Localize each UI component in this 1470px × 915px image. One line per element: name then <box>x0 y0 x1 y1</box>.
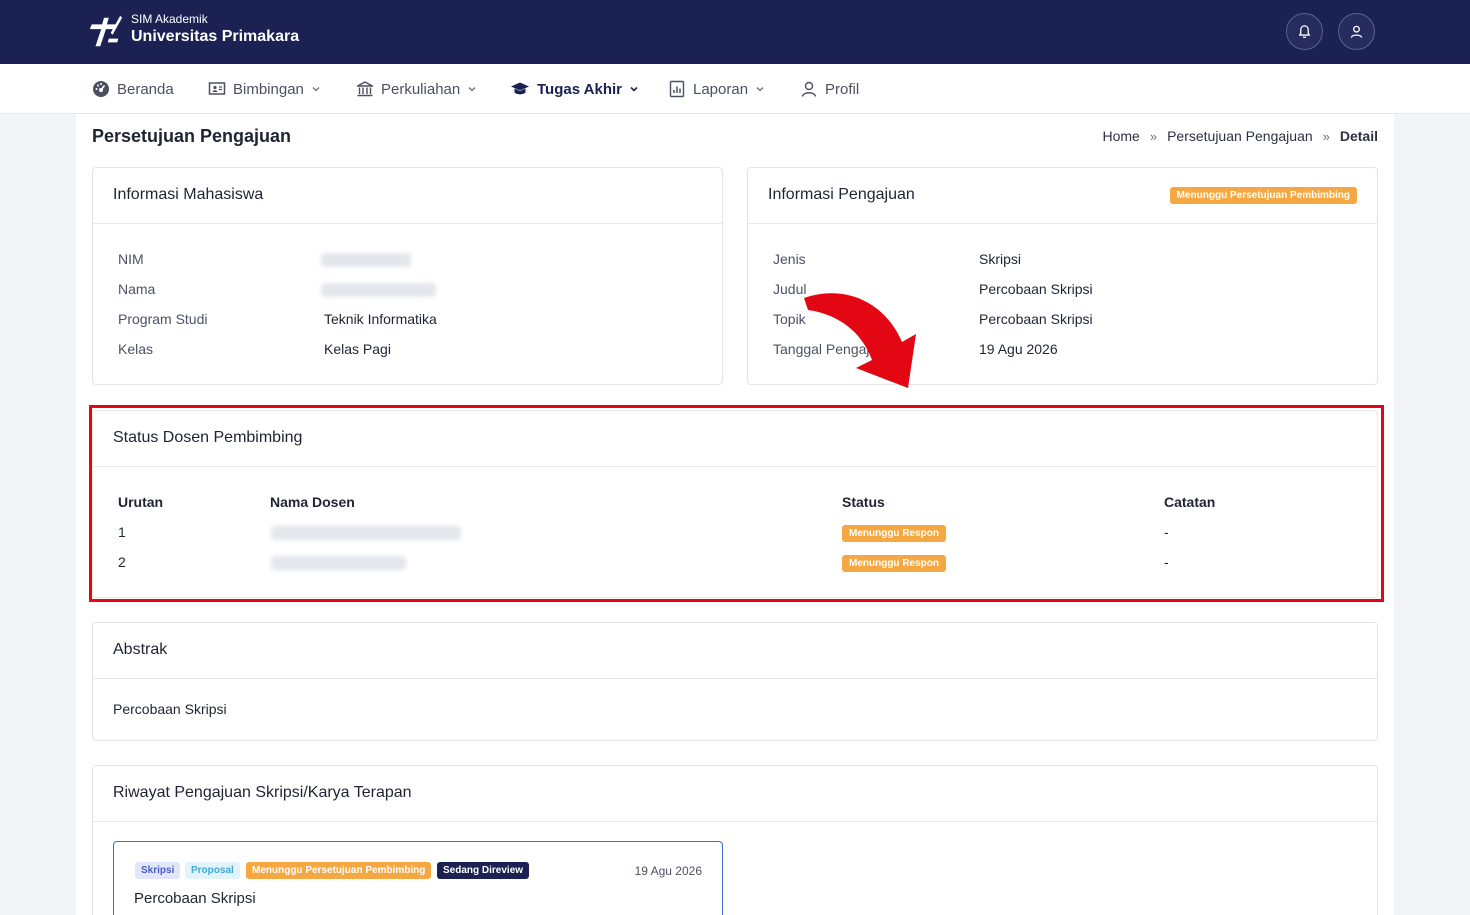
abstract-text: Percobaan Skripsi <box>113 701 227 717</box>
nav-item-laporan[interactable]: Laporan <box>668 64 765 114</box>
card-header: Riwayat Pengajuan Skripsi/Karya Terapan <box>93 766 1377 822</box>
nav-label: Perkuliahan <box>381 80 461 98</box>
report-icon <box>669 80 685 98</box>
page-title: Persetujuan Pengajuan <box>92 126 292 146</box>
nav-label: Profil <box>825 80 860 98</box>
card-title: Informasi Pengajuan <box>768 186 915 203</box>
program-studi-label: Program Studi <box>118 311 208 327</box>
bell-icon <box>1298 25 1311 39</box>
dashboard-icon <box>93 81 109 97</box>
graduation-cap-icon <box>511 82 529 95</box>
nav-label: Bimbingan <box>233 80 304 98</box>
breadcrumb-separator-icon: » <box>1322 128 1330 144</box>
kelas-value: Kelas Pagi <box>324 341 391 357</box>
chevron-down-icon <box>756 87 764 92</box>
nav-item-perkuliahan[interactable]: Perkuliahan <box>356 64 477 114</box>
program-studi-value: Teknik Informatika <box>324 311 437 327</box>
card-title: Riwayat Pengajuan Skripsi/Karya Terapan <box>113 784 412 801</box>
chevron-down-icon <box>312 87 320 92</box>
nav-label: Laporan <box>693 80 749 98</box>
judul-value: Percobaan Skripsi <box>979 281 1093 297</box>
annotation-arrow-icon <box>804 293 916 388</box>
review-tag: Sedang Direview <box>437 862 530 879</box>
nama-value-redacted <box>321 283 436 297</box>
card-header: Abstrak <box>93 623 1377 679</box>
main-navigation: Beranda Bimbingan Perkuliahan Tugas Akhi… <box>0 64 1470 114</box>
breadcrumb-home[interactable]: Home <box>1102 128 1139 144</box>
building-icon <box>356 81 374 97</box>
tanggal-value: 19 Agu 2026 <box>979 341 1058 357</box>
jenis-value: Skripsi <box>979 251 1022 267</box>
breadcrumb: Home » Persetujuan Pengajuan » Detail <box>1102 128 1378 144</box>
card-title: Abstrak <box>113 641 168 658</box>
board-icon <box>208 82 226 95</box>
nav-item-bimbingan[interactable]: Bimbingan <box>208 64 321 114</box>
kelas-label: Kelas <box>118 341 154 357</box>
person-icon <box>801 81 817 97</box>
history-date: 19 Agu 2026 <box>634 864 702 878</box>
nama-label: Nama <box>118 281 156 297</box>
breadcrumb-persetujuan[interactable]: Persetujuan Pengajuan <box>1167 128 1313 144</box>
nav-item-profil[interactable]: Profil <box>800 64 859 114</box>
student-info-card: Informasi Mahasiswa NIM Nama Program Stu… <box>92 167 723 385</box>
type-tag: Skripsi <box>135 862 181 879</box>
card-header: Informasi Mahasiswa <box>93 168 722 224</box>
nav-label: Beranda <box>117 80 174 98</box>
brand-title: Universitas Primakara <box>131 28 300 45</box>
topik-value: Percobaan Skripsi <box>979 311 1093 327</box>
jenis-label: Jenis <box>773 251 806 267</box>
nav-item-tugas-akhir[interactable]: Tugas Akhir <box>510 64 639 114</box>
history-title: Percobaan Skripsi <box>134 890 256 907</box>
notification-button[interactable] <box>1286 13 1323 50</box>
status-tag: Menunggu Persetujuan Pembimbing <box>246 862 432 879</box>
account-button[interactable] <box>1338 13 1375 50</box>
nim-label: NIM <box>118 251 144 267</box>
brand-subtitle: SIM Akademik <box>131 12 208 26</box>
university-logo-icon[interactable] <box>86 12 124 50</box>
history-item[interactable]: Skripsi Proposal Menunggu Persetujuan Pe… <box>113 841 723 915</box>
top-header-bar: SIM Akademik Universitas Primakara <box>0 0 1470 64</box>
chevron-down-icon <box>468 87 476 92</box>
submission-status-badge: Menunggu Persetujuan Pembimbing <box>1169 187 1357 204</box>
stage-tag: Proposal <box>185 862 240 879</box>
abstract-card: Abstrak Percobaan Skripsi <box>92 622 1378 741</box>
chevron-down-icon <box>630 86 638 92</box>
highlight-frame <box>89 405 1384 602</box>
breadcrumb-separator-icon: » <box>1149 128 1158 144</box>
user-icon <box>1350 25 1363 38</box>
card-title: Informasi Mahasiswa <box>113 186 264 203</box>
nav-item-beranda[interactable]: Beranda <box>92 64 174 114</box>
breadcrumb-current: Detail <box>1339 128 1378 144</box>
nav-label: Tugas Akhir <box>537 80 623 98</box>
card-header: Informasi Pengajuan Menunggu Persetujuan… <box>748 168 1377 224</box>
nim-value-redacted <box>321 253 411 267</box>
